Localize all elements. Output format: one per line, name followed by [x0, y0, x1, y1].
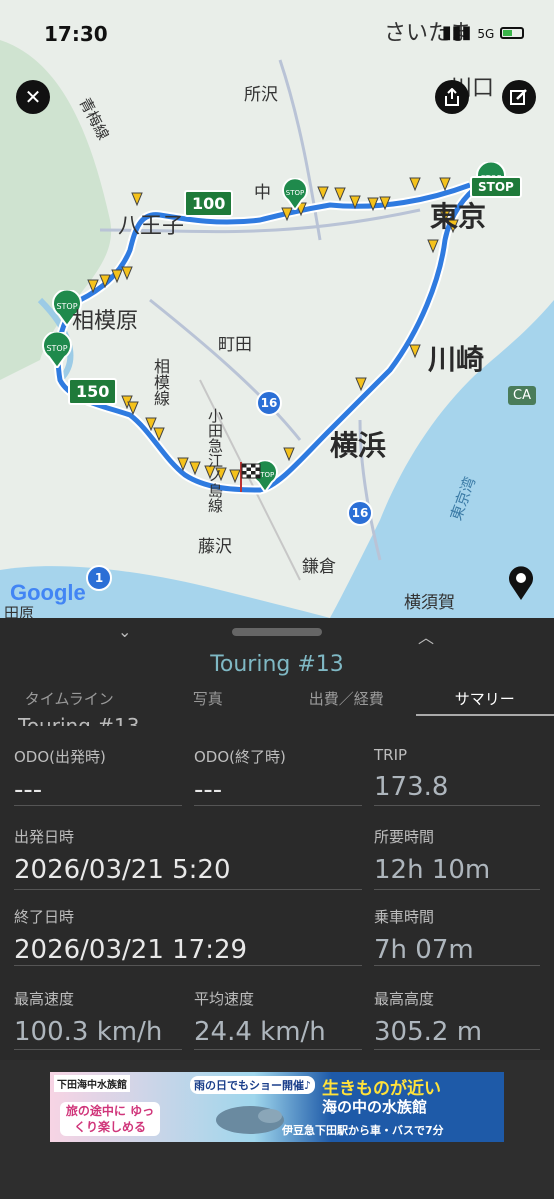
stat-label: 所要時間 [374, 828, 435, 846]
ad-access: 伊豆急下田駅から車・バスで7分 [282, 1124, 444, 1137]
stat-value: 305.2 m [374, 1017, 483, 1047]
close-icon: ✕ [24, 85, 42, 109]
chevron-up-icon[interactable]: ︿ [418, 624, 434, 648]
stat-avg-speed: 平均速度 24.4 km/h [194, 988, 362, 1050]
svg-text:STOP: STOP [46, 344, 67, 353]
place-kawasaki: 川崎 [428, 343, 485, 376]
tab-expenses[interactable]: 出費／経費 [277, 686, 416, 716]
route-shield-100: 100 [184, 190, 234, 217]
place-machida: 町田 [218, 335, 252, 355]
place-tokyo: 東京 [430, 200, 487, 233]
ad-banner[interactable]: 下田海中水族館 雨の日でもショー開催♪ 旅の途中に ゆっくり楽しめる 生きものが… [50, 1072, 504, 1142]
touring-title: Touring #13 [210, 652, 344, 677]
place-yokohama: 横浜 [330, 429, 387, 462]
route-number-1: 1 [86, 565, 112, 591]
stat-label: ODO(出発時) [14, 748, 106, 766]
route-shield-150: 150 [68, 378, 118, 405]
scrolled-title-fragment: Touring #13 [18, 714, 140, 726]
place-tokorozawa: 所沢 [244, 85, 278, 105]
close-button[interactable]: ✕ [16, 80, 50, 114]
stat-value: --- [14, 775, 43, 805]
stat-value: 2026/03/21 5:20 [14, 855, 231, 885]
status-icons: ▮▮▮ 5G [442, 22, 524, 43]
route-number-16: 16 [256, 390, 282, 416]
stat-odo-start: ODO(出発時) --- [14, 746, 182, 806]
stat-value: 2026/03/21 17:29 [14, 935, 248, 965]
google-logo: Google [10, 580, 86, 605]
ad-subtitle: 旅の途中に ゆっくり楽しめる [60, 1102, 160, 1136]
stop-pin: STOP [282, 178, 308, 210]
stat-label: 乗車時間 [374, 908, 435, 926]
stop-shield: STOP [470, 176, 522, 198]
place-odakyu: 小田急江ノ島線 [206, 408, 224, 513]
ad-area: 下田海中水族館 雨の日でもショー開催♪ 旅の途中に ゆっくり楽しめる 生きものが… [0, 1060, 554, 1199]
ad-logo: 下田海中水族館 [54, 1075, 130, 1092]
stat-label: 最高高度 [374, 990, 435, 1008]
share-icon [445, 88, 459, 106]
tab-summary[interactable]: サマリー [415, 686, 554, 716]
ad-title: 海の中の水族館 [322, 1098, 428, 1116]
goal-flag-icon [240, 462, 261, 492]
signal-icon: ▮▮▮ [441, 22, 472, 43]
stat-value: --- [194, 775, 223, 805]
stat-value: 24.4 km/h [194, 1017, 326, 1047]
tab-timeline[interactable]: タイムライン [0, 686, 139, 716]
stat-max-altitude: 最高高度 305.2 m [374, 988, 540, 1050]
stat-start-time: 出発日時 2026/03/21 5:20 [14, 826, 362, 890]
stat-value: 7h 07m [374, 935, 474, 965]
stat-label: 最高速度 [14, 990, 75, 1008]
place-sagami-line: 相模線 [151, 358, 170, 406]
stat-odo-end: ODO(終了時) --- [194, 746, 362, 806]
stat-label: 平均速度 [194, 990, 255, 1008]
edit-button[interactable] [502, 80, 536, 114]
stat-label: TRIP [374, 746, 408, 764]
summary-panel: ⌄ ︿ Touring #13 タイムライン 写真 出費／経費 サマリー Tou… [0, 618, 554, 1060]
stat-duration: 所要時間 12h 10m [374, 826, 540, 890]
tab-photos[interactable]: 写真 [139, 686, 278, 716]
share-button[interactable] [435, 80, 469, 114]
drag-handle[interactable] [232, 628, 322, 636]
location-pin-icon[interactable] [505, 565, 537, 601]
stat-max-speed: 最高速度 100.3 km/h [14, 988, 182, 1050]
ca-badge: CA [508, 386, 536, 405]
stat-label: 出発日時 [14, 828, 75, 846]
stat-trip: TRIP 173.8 [374, 746, 540, 806]
network-label: 5G [477, 27, 495, 41]
svg-text:STOP: STOP [286, 189, 304, 197]
edit-icon [510, 89, 527, 105]
stat-value: 173.8 [374, 772, 449, 802]
stat-label: ODO(終了時) [194, 748, 286, 766]
status-time: 17:30 [44, 22, 108, 46]
place-kamakura: 鎌倉 [302, 557, 336, 577]
place-nakano: 中 [254, 183, 271, 203]
stop-pin: STOP [42, 332, 72, 368]
map[interactable]: STOP STOP STOP STOP STOP さいたま 所沢 川口 青梅線 … [0, 0, 554, 618]
stat-label: 終了日時 [14, 908, 75, 926]
battery-icon [500, 27, 524, 39]
route-number-16: 16 [347, 500, 373, 526]
stat-value: 100.3 km/h [14, 1017, 163, 1047]
tab-bar: タイムライン 写真 出費／経費 サマリー [0, 686, 554, 716]
place-hachioji: 八王子 [118, 214, 185, 239]
chevron-down-icon[interactable]: ⌄ [118, 622, 131, 641]
place-sagamihara: 相模原 [72, 309, 139, 334]
stat-riding-time: 乗車時間 7h 07m [374, 906, 540, 966]
place-fujisawa: 藤沢 [198, 537, 232, 557]
place-yokosuka: 横須賀 [404, 593, 455, 613]
stat-end-time: 終了日時 2026/03/21 17:29 [14, 906, 362, 966]
stat-value: 12h 10m [374, 855, 491, 885]
screen: STOP STOP STOP STOP STOP さいたま 所沢 川口 青梅線 … [0, 0, 554, 1199]
